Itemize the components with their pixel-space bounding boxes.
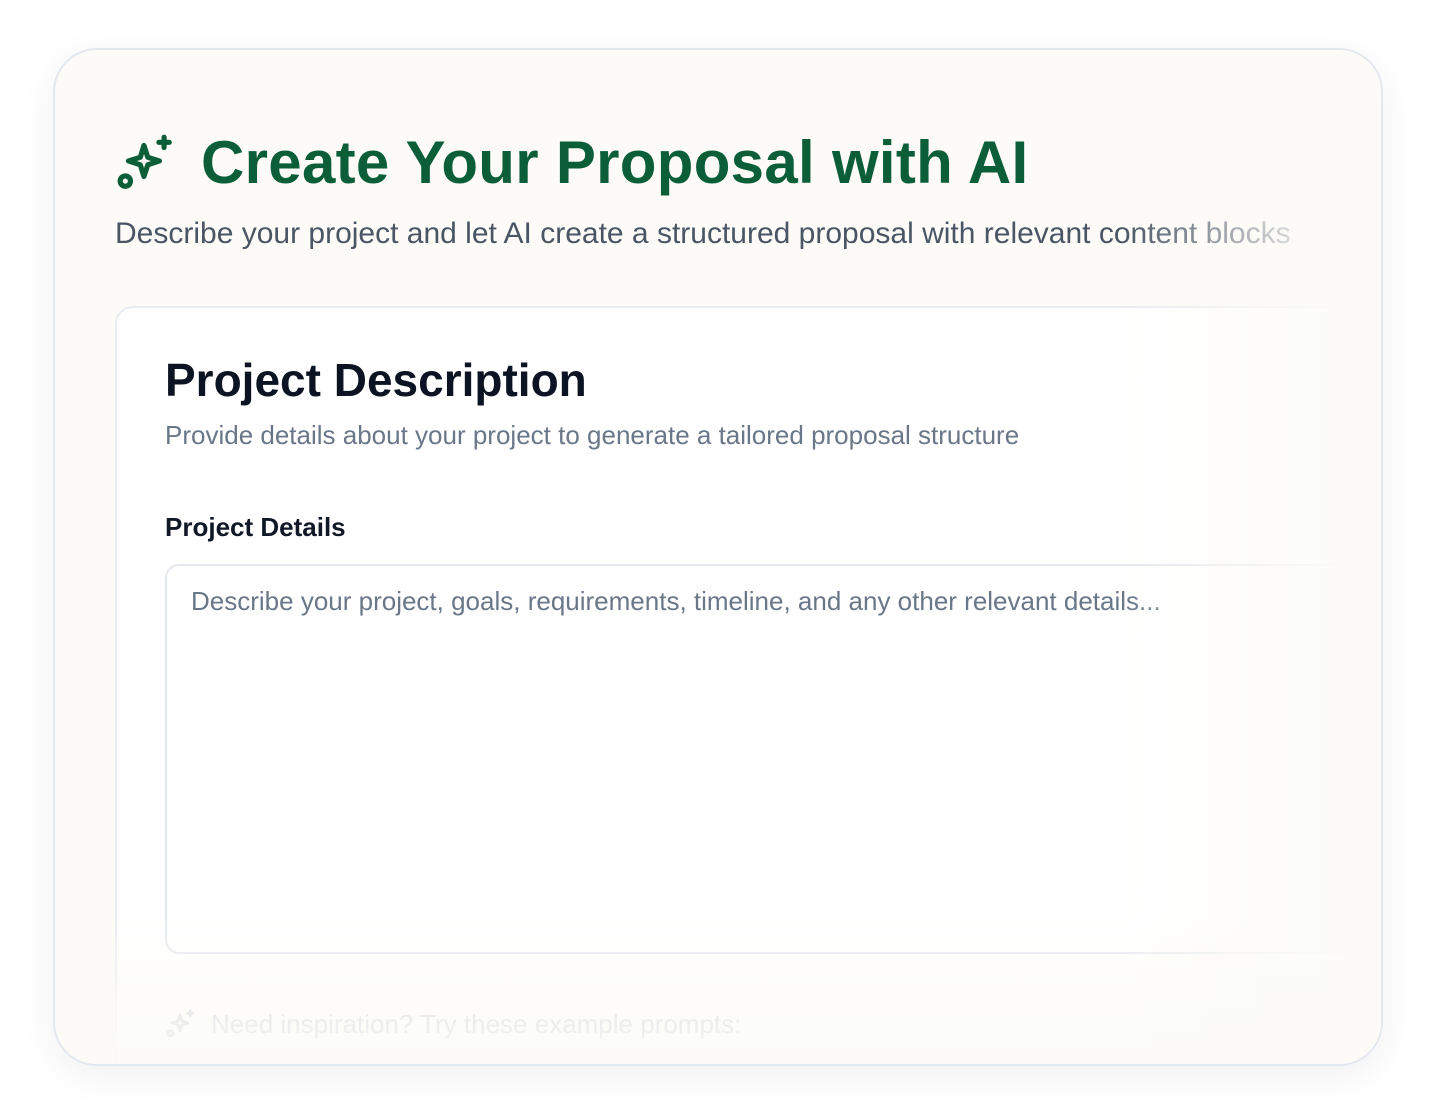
sparkles-icon <box>166 1009 195 1038</box>
card-description: Provide details about your project to ge… <box>165 420 1020 450</box>
proposal-frame: Create Your Proposal with AI Describe yo… <box>53 48 1383 1066</box>
card-title: Project Description <box>165 354 587 406</box>
title-row: Create Your Proposal with AI <box>115 128 1381 198</box>
project-description-card: Project Description Provide details abou… <box>115 306 1381 1064</box>
inspiration-row: Need inspiration? Try these example prom… <box>165 1004 1381 1044</box>
page-title: Create Your Proposal with AI <box>201 129 1029 196</box>
page-header: Create Your Proposal with AI Describe yo… <box>115 128 1381 254</box>
card-content: Project Description Provide details abou… <box>165 352 1381 1044</box>
page-subtitle: Describe your project and let AI create … <box>115 217 1291 250</box>
sparkles-icon <box>117 134 172 189</box>
project-details-label: Project Details <box>165 512 346 542</box>
project-details-textarea[interactable] <box>165 564 1381 954</box>
inspiration-text: Need inspiration? Try these example prom… <box>211 1008 742 1039</box>
